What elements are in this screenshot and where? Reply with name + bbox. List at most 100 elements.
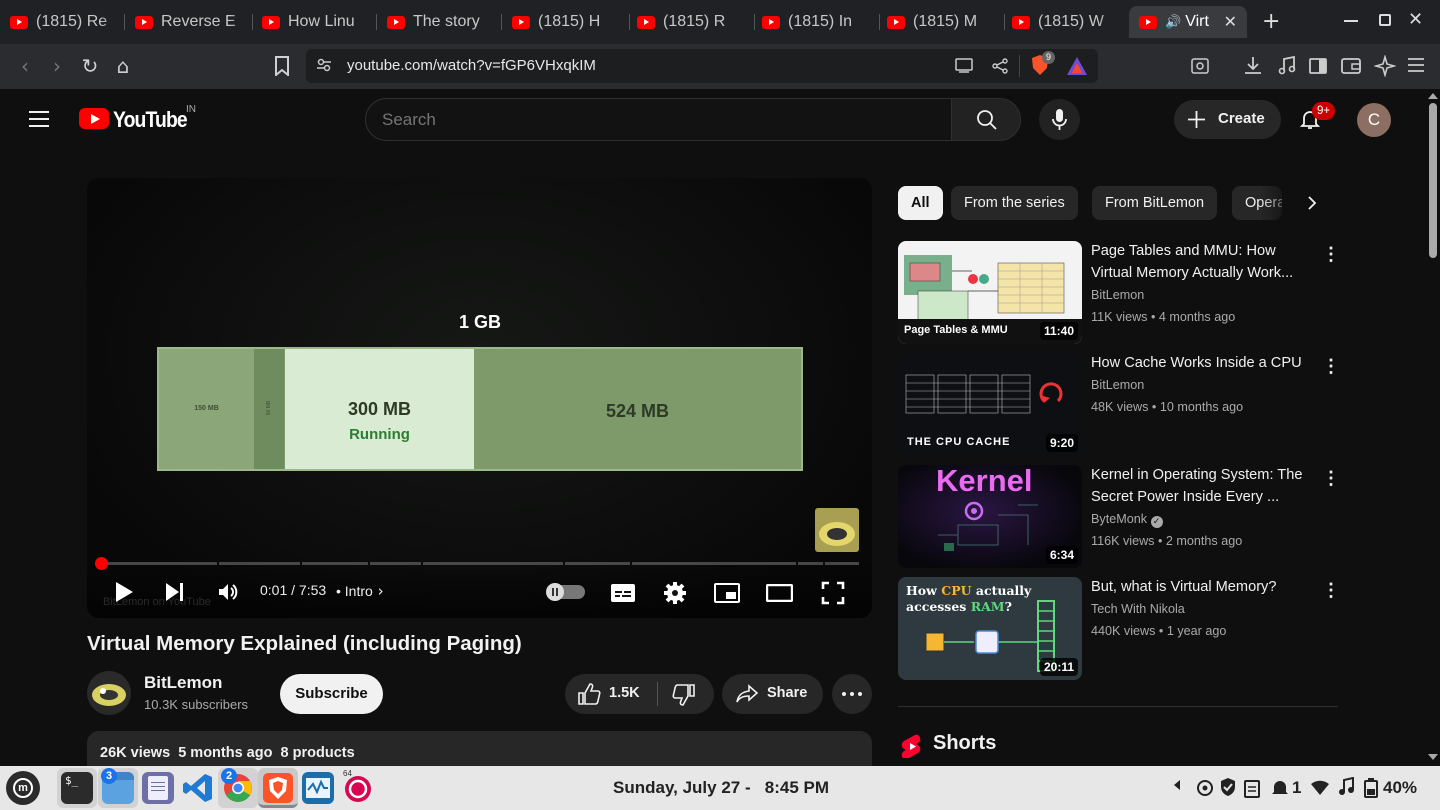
shield-icon[interactable] — [1219, 777, 1237, 797]
play-button[interactable] — [113, 580, 135, 604]
fullscreen-button[interactable] — [821, 581, 845, 605]
notification-bell-icon[interactable] — [1270, 778, 1290, 798]
share-link-icon[interactable] — [991, 57, 1009, 75]
wifi-icon[interactable] — [1309, 778, 1331, 798]
bookmark-icon[interactable] — [270, 54, 294, 78]
subtitles-button[interactable] — [610, 583, 636, 603]
description-box[interactable]: 26K views 5 months ago 8 products — [87, 731, 872, 771]
progress-bar[interactable] — [95, 557, 859, 570]
subscribe-button[interactable]: Subscribe — [280, 674, 383, 714]
notifications-button[interactable]: 9+ — [1298, 102, 1336, 133]
recommendation-thumbnail[interactable]: How CPU actually accesses RAM? 20:11 — [898, 577, 1082, 680]
account-avatar[interactable]: C — [1357, 103, 1391, 137]
like-button[interactable]: 1.5K — [565, 674, 657, 714]
progress-scrubber[interactable] — [95, 557, 108, 570]
recommendation-thumbnail[interactable]: Page Tables & MMU 11:40 — [898, 241, 1082, 344]
browser-tab[interactable]: (1815) H — [512, 6, 630, 38]
youtube-logo-text[interactable]: YouTube — [113, 107, 188, 133]
browser-tab[interactable]: (1815) W — [1012, 6, 1122, 38]
wallet-icon[interactable] — [1340, 56, 1362, 76]
url-text[interactable]: youtube.com/watch?v=fGP6VHxqkIM — [347, 57, 596, 74]
music-note-icon[interactable] — [1337, 776, 1355, 797]
chapter-button[interactable]: • Intro › — [336, 582, 384, 600]
reader-mode-icon[interactable] — [1190, 56, 1210, 76]
more-vertical-icon[interactable]: ⋮ — [1322, 468, 1340, 488]
next-button[interactable] — [164, 581, 186, 603]
minimize-window-button[interactable] — [1344, 20, 1358, 22]
products-count[interactable]: 8 products — [281, 745, 355, 761]
youtube-logo-icon[interactable] — [79, 108, 109, 129]
miniplayer-button[interactable] — [714, 583, 740, 603]
clock[interactable]: Sunday, July 27 - 8:45 PM — [613, 778, 829, 798]
brave-rewards-icon[interactable] — [1066, 56, 1088, 76]
recommendation-thumbnail[interactable]: Kernel 6:34 — [898, 465, 1082, 568]
new-tab-button[interactable]: + — [1262, 9, 1280, 34]
close-tab-icon[interactable]: ✕ — [1224, 12, 1237, 31]
video-player[interactable]: 1 GB 150 MB 50 MB 300 MB Running 524 MB … — [87, 178, 872, 618]
mute-button[interactable] — [216, 580, 240, 604]
maximize-window-button[interactable] — [1379, 14, 1391, 26]
more-vertical-icon[interactable]: ⋮ — [1322, 356, 1340, 376]
close-window-button[interactable]: ✕ — [1408, 9, 1423, 30]
browser-menu-icon[interactable] — [1407, 57, 1425, 73]
downloads-icon[interactable] — [1243, 55, 1263, 77]
recommendation-channel[interactable]: Tech With Nikola — [1091, 602, 1185, 616]
terminal-app-icon[interactable]: $_ — [61, 772, 93, 804]
scrollbar-thumb[interactable] — [1429, 103, 1437, 258]
brave-shields-icon[interactable]: 9 — [1030, 51, 1055, 78]
sidebar-toggle-icon[interactable] — [1308, 56, 1328, 76]
more-vertical-icon[interactable]: ⋮ — [1322, 580, 1340, 600]
tray-app-icon[interactable] — [1196, 778, 1214, 798]
theater-mode-button[interactable] — [765, 583, 794, 603]
recommendation-title[interactable]: Page Tables and MMU: How Virtual Memory … — [1091, 240, 1319, 284]
filter-chip-series[interactable]: From the series — [951, 186, 1078, 220]
brave-app-icon[interactable] — [262, 772, 294, 804]
recommendation-channel[interactable]: ByteMonk ✓ — [1091, 512, 1163, 528]
clipboard-icon[interactable] — [1244, 778, 1260, 798]
cast-icon[interactable] — [954, 57, 974, 73]
media-control-icon[interactable] — [1277, 55, 1297, 77]
recommendation-channel[interactable]: BitLemon — [1091, 378, 1144, 392]
recommendation-title[interactable]: How Cache Works Inside a CPU — [1091, 352, 1319, 374]
system-monitor-app-icon[interactable] — [302, 772, 334, 804]
filter-chip-all[interactable]: All — [898, 186, 943, 220]
address-bar[interactable]: youtube.com/watch?v=fGP6VHxqkIM 9 — [306, 49, 1098, 83]
battery-icon[interactable] — [1362, 777, 1380, 799]
more-actions-button[interactable] — [832, 674, 872, 714]
browser-tab[interactable]: Reverse E — [135, 6, 253, 38]
tray-expand-icon[interactable] — [1174, 780, 1180, 790]
text-editor-app-icon[interactable] — [142, 772, 174, 804]
guide-menu-icon[interactable] — [29, 111, 49, 127]
share-button[interactable]: Share — [722, 674, 823, 714]
browser-tab[interactable]: How Linu — [262, 6, 377, 38]
chips-next-button[interactable] — [1303, 193, 1321, 213]
scroll-up-arrow-icon[interactable] — [1428, 93, 1438, 99]
dislike-button[interactable] — [658, 674, 714, 714]
reload-button-icon[interactable]: ↻ — [78, 54, 102, 78]
back-button-icon[interactable]: ‹ — [13, 54, 37, 78]
voice-search-button[interactable] — [1039, 99, 1080, 140]
search-input[interactable] — [382, 109, 922, 131]
search-button[interactable] — [951, 98, 1021, 141]
scroll-down-arrow-icon[interactable] — [1428, 754, 1438, 760]
browser-tab[interactable]: The story — [387, 6, 502, 38]
search-box[interactable] — [365, 98, 952, 141]
more-vertical-icon[interactable]: ⋮ — [1322, 244, 1340, 264]
filter-chip-channel[interactable]: From BitLemon — [1092, 186, 1218, 220]
browser-tab[interactable]: (1815) In — [762, 6, 880, 38]
settings-button[interactable] — [663, 581, 687, 605]
site-settings-icon[interactable] — [316, 57, 332, 73]
recommendation-title[interactable]: But, what is Virtual Memory? — [1091, 576, 1319, 598]
recommendation-thumbnail[interactable]: THE CPU CACHE 9:20 — [898, 353, 1082, 456]
home-button-icon[interactable]: ⌂ — [111, 54, 135, 78]
forward-button-icon[interactable]: › — [45, 54, 69, 78]
browser-tab[interactable]: (1815) Re — [10, 6, 125, 38]
channel-watermark-logo[interactable] — [815, 508, 859, 552]
channel-avatar[interactable] — [87, 671, 131, 715]
recommendation-channel[interactable]: BitLemon — [1091, 288, 1144, 302]
browser-tab-active[interactable]: 🔊 Virt ✕ — [1129, 6, 1247, 38]
create-button[interactable]: Create — [1174, 100, 1281, 139]
channel-name[interactable]: BitLemon — [144, 673, 222, 693]
leo-ai-icon[interactable] — [1373, 54, 1397, 78]
vscode-app-icon[interactable] — [182, 772, 214, 804]
